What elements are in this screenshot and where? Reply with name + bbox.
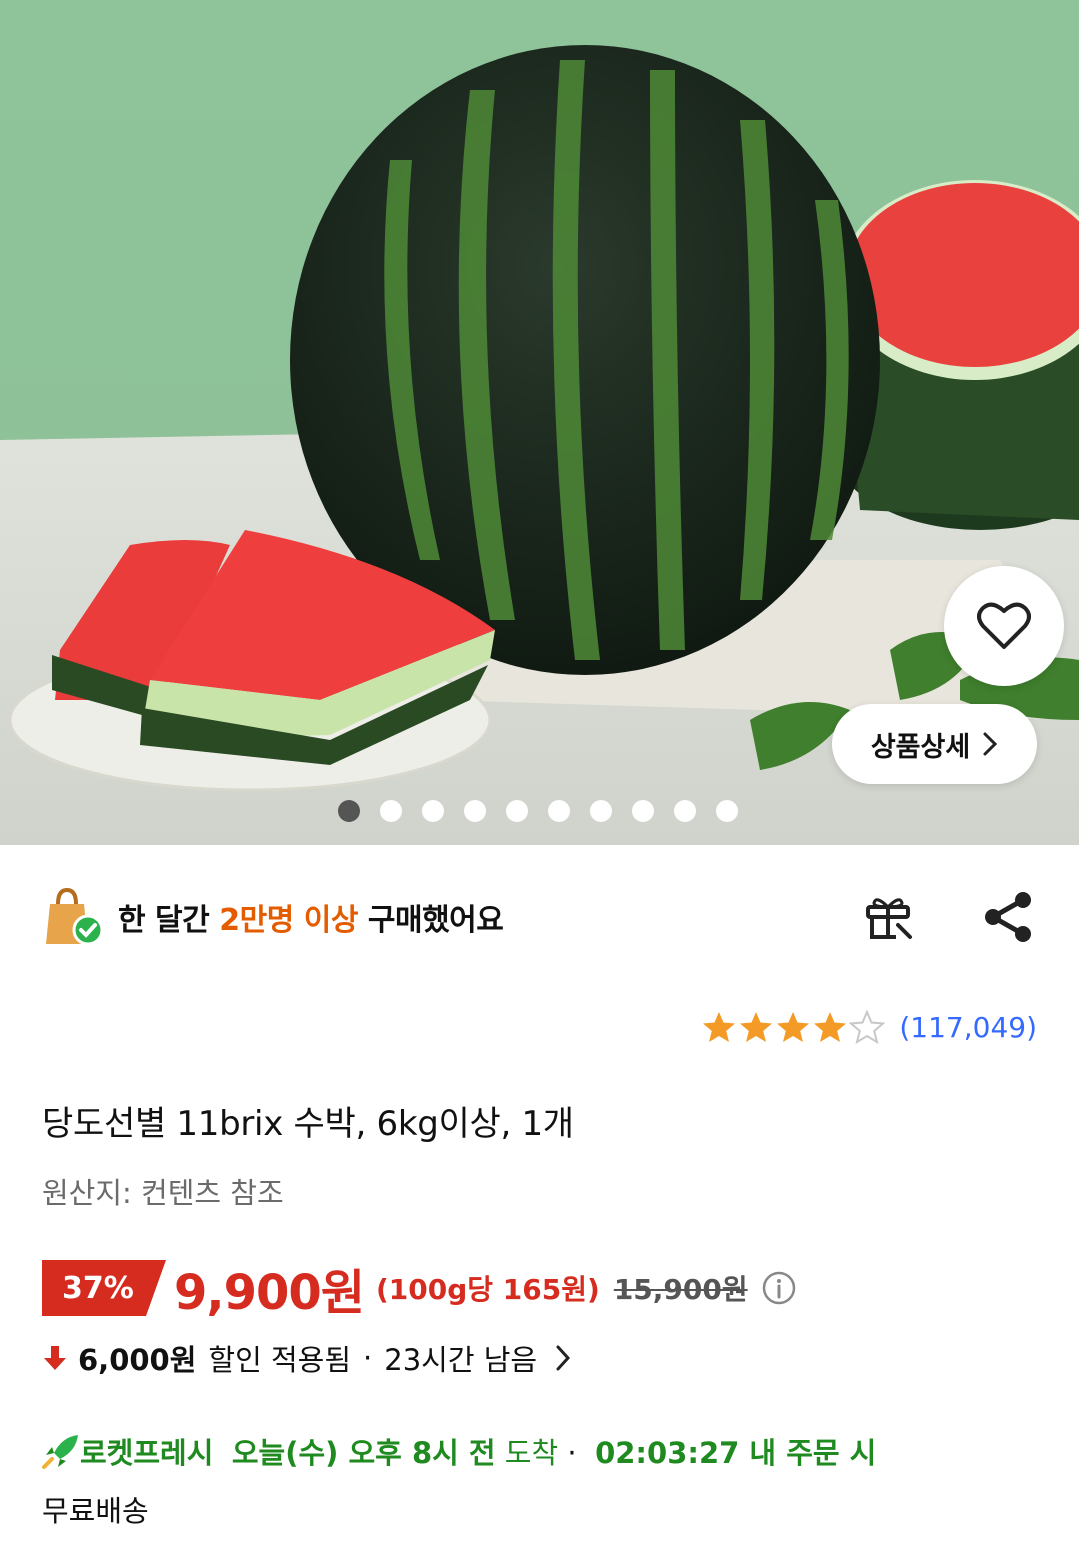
rating-summary[interactable]: (117,049) — [701, 1010, 1037, 1044]
product-detail-button[interactable]: 상품상세 — [832, 704, 1037, 784]
share-icon — [985, 892, 1031, 942]
carousel-dot[interactable] — [548, 800, 570, 822]
discount-rate: 37% — [62, 1270, 134, 1306]
coupon-remaining: 23시간 남음 — [384, 1343, 538, 1377]
star-empty-icon — [849, 1010, 886, 1044]
review-count[interactable]: (117,049) — [899, 1011, 1037, 1044]
chevron-right-icon — [556, 1345, 571, 1371]
carousel-pagination[interactable] — [338, 800, 738, 822]
purchase-count-text: 한 달간 2만명 이상 구매했어요 — [118, 895, 504, 939]
arrival-suffix: 도착 — [495, 1436, 559, 1470]
social-proof-row: 한 달간 2만명 이상 구매했어요 — [42, 882, 1037, 952]
carousel-dot[interactable] — [380, 800, 402, 822]
rocket-icon — [42, 1435, 78, 1469]
countdown-suffix: 내 주문 시 — [739, 1436, 877, 1470]
carousel-dot[interactable] — [506, 800, 528, 822]
rocket-fresh-badge: 로켓프레시 — [80, 1436, 214, 1470]
coupon-text: 할인 적용됨 — [208, 1343, 352, 1377]
star-rating — [701, 1010, 886, 1044]
product-image-carousel[interactable]: 상품상세 — [0, 0, 1079, 845]
carousel-dot[interactable] — [464, 800, 486, 822]
unit-price: (100g당 165원) — [376, 1273, 600, 1306]
share-button[interactable] — [979, 888, 1037, 946]
discount-badge: 37% — [42, 1260, 166, 1316]
carousel-dot[interactable] — [590, 800, 612, 822]
star-filled-icon — [740, 1012, 773, 1042]
original-price: 15,900원 — [613, 1273, 748, 1306]
heart-icon — [977, 602, 1031, 649]
product-title: 당도선별 11brix 수박, 6kg이상, 1개 — [42, 1104, 574, 1144]
info-icon[interactable] — [762, 1271, 796, 1305]
arrow-down-icon — [44, 1346, 66, 1370]
coupon-amount: 6,000원 — [78, 1343, 197, 1377]
coupon-discount-row[interactable]: 6,000원 할인 적용됨 · 23시간 남음 — [42, 1336, 571, 1380]
chevron-right-icon — [983, 732, 998, 756]
carousel-dot[interactable] — [338, 800, 360, 822]
arrival-time: 오늘(수) 오후 8시 전 — [231, 1436, 496, 1470]
star-filled-icon — [814, 1012, 847, 1042]
delivery-separator: · — [558, 1436, 586, 1470]
star-filled-icon — [777, 1012, 810, 1042]
purchase-suffix: 구매했어요 — [357, 903, 504, 938]
wishlist-button[interactable] — [944, 566, 1064, 686]
carousel-dot[interactable] — [422, 800, 444, 822]
purchase-prefix: 한 달간 — [118, 903, 220, 938]
free-shipping: 무료배송 — [42, 1494, 149, 1528]
sale-price: 9,900원 — [174, 1265, 365, 1321]
carousel-dot[interactable] — [716, 800, 738, 822]
carousel-dot[interactable] — [674, 800, 696, 822]
gift-icon — [866, 898, 912, 939]
carousel-dot[interactable] — [632, 800, 654, 822]
product-detail-label: 상품상세 — [870, 731, 971, 763]
star-filled-icon — [703, 1012, 736, 1042]
purchase-highlight: 2만명 이상 — [219, 903, 358, 938]
order-countdown: 02:03:27 — [595, 1436, 740, 1470]
delivery-info: 로켓프레시 오늘(수) 오후 8시 전 도착 · 02:03:27 내 주문 시… — [42, 1424, 1042, 1540]
product-origin: 원산지: 컨텐츠 참조 — [42, 1176, 284, 1210]
price-row: 37% 9,900원 (100g당 165원) 15,900원 — [42, 1258, 796, 1321]
shopping-bag-check-icon — [46, 887, 102, 946]
gift-button[interactable] — [859, 888, 917, 946]
coupon-separator: · — [363, 1341, 373, 1375]
